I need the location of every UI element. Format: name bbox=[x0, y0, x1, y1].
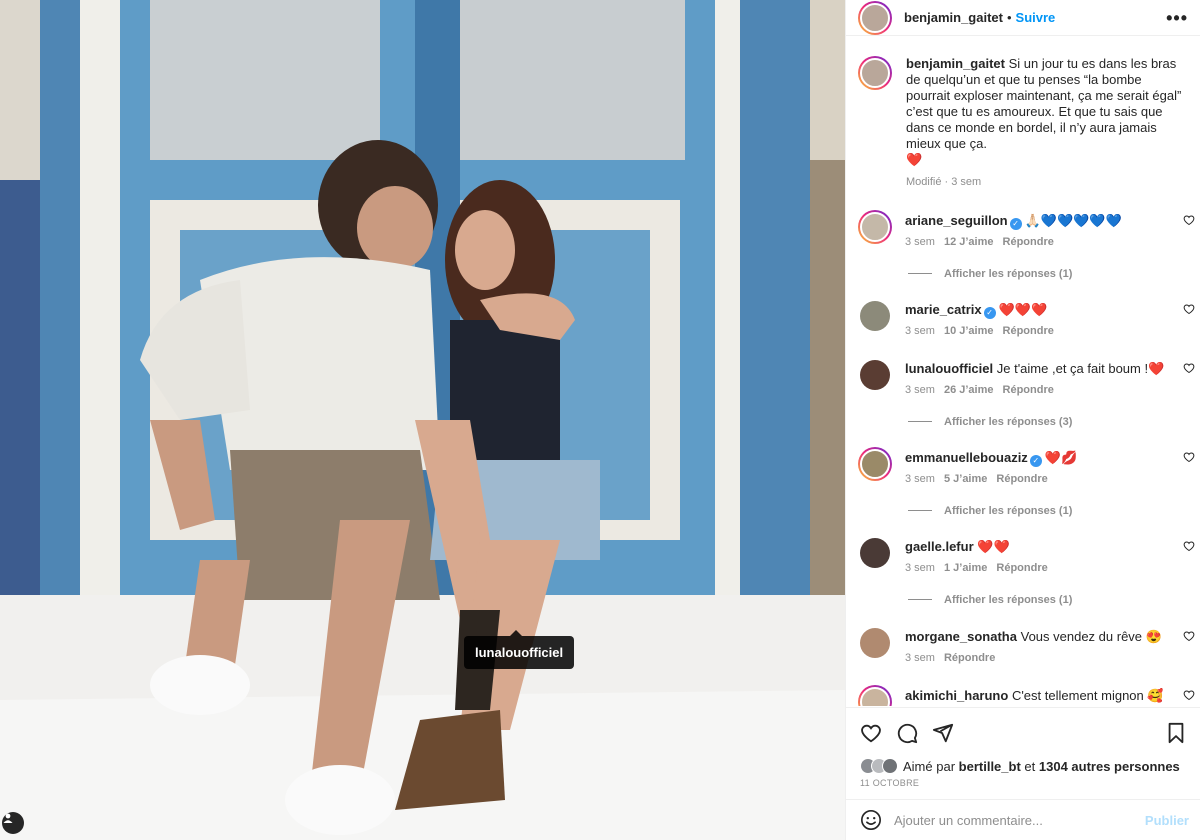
comment-icon[interactable] bbox=[896, 722, 918, 744]
comment-text: Je t'aime ,et ça fait boum !❤️ bbox=[996, 361, 1165, 376]
add-comment-bar: Publier bbox=[846, 799, 1200, 840]
comment-username[interactable]: morgane_sonatha bbox=[905, 629, 1017, 644]
comment-username[interactable]: gaelle.lefur bbox=[905, 539, 974, 554]
comment-time: 3 sem bbox=[905, 325, 935, 337]
emoji-icon[interactable] bbox=[860, 809, 882, 831]
view-replies-label: Afficher les réponses (1) bbox=[944, 594, 1073, 606]
view-replies-button[interactable]: Afficher les réponses (3) bbox=[908, 416, 1072, 428]
comment-likes[interactable]: 26 J’aime bbox=[944, 384, 994, 396]
view-replies-label: Afficher les réponses (1) bbox=[944, 505, 1073, 517]
follow-button[interactable]: Suivre bbox=[1016, 10, 1056, 25]
reply-button[interactable]: Répondre bbox=[996, 473, 1047, 485]
comment-text: C'est tellement mignon 🥰 bbox=[1011, 688, 1164, 703]
commenter-avatar[interactable] bbox=[858, 210, 892, 244]
comment-text: ❤️💋 bbox=[1044, 450, 1078, 465]
view-replies-label: Afficher les réponses (1) bbox=[944, 268, 1073, 280]
caption-emoji: ❤️ bbox=[906, 152, 923, 167]
comments-list[interactable]: benjamin_gaitet Si un jour tu es dans le… bbox=[846, 44, 1200, 706]
comment-username[interactable]: marie_catrix bbox=[905, 302, 982, 317]
comment-text: ❤️❤️ bbox=[977, 539, 1010, 554]
more-options-icon[interactable]: ••• bbox=[1166, 8, 1188, 29]
comment-heart-icon[interactable] bbox=[1183, 689, 1195, 701]
post-actions: Aimé par bertille_bt et 1304 autres pers… bbox=[846, 707, 1200, 797]
comment-input[interactable] bbox=[894, 812, 1124, 828]
bookmark-icon[interactable] bbox=[1165, 722, 1187, 744]
post-side-panel: benjamin_gaitet • Suivre ••• benjamin_ga… bbox=[845, 0, 1200, 840]
reply-button[interactable]: Répondre bbox=[1003, 384, 1054, 396]
liker-avatar bbox=[882, 758, 898, 774]
share-icon[interactable] bbox=[932, 722, 954, 744]
comment-likes[interactable]: 1 J’aime bbox=[944, 562, 987, 574]
comment-time: 3 sem bbox=[905, 652, 935, 664]
edited-label: Modifié bbox=[906, 176, 942, 188]
commenter-avatar[interactable] bbox=[860, 301, 890, 331]
comment-heart-icon[interactable] bbox=[1183, 214, 1195, 226]
heart-icon[interactable] bbox=[860, 722, 882, 744]
publish-button[interactable]: Publier bbox=[1145, 813, 1189, 828]
author-avatar[interactable] bbox=[858, 0, 892, 35]
verified-icon: ✓ bbox=[1009, 218, 1022, 230]
commenter-avatar[interactable] bbox=[858, 685, 892, 706]
verified-icon: ✓ bbox=[983, 307, 996, 319]
comment-likes[interactable]: 10 J’aime bbox=[944, 325, 994, 337]
post-header: benjamin_gaitet • Suivre ••• bbox=[846, 0, 1200, 36]
comment-username[interactable]: lunalouofficiel bbox=[905, 361, 993, 376]
comment-time: 3 sem bbox=[905, 562, 935, 574]
likes-prefix: Aimé par bbox=[903, 758, 956, 774]
comment-likes[interactable]: 12 J’aime bbox=[944, 236, 994, 248]
verified-icon: ✓ bbox=[1029, 455, 1042, 467]
post-photo[interactable]: lunalouofficiel bbox=[0, 0, 845, 840]
view-replies-button[interactable]: Afficher les réponses (1) bbox=[908, 268, 1072, 280]
reply-button[interactable]: Répondre bbox=[1003, 325, 1054, 337]
reply-button[interactable]: Répondre bbox=[996, 562, 1047, 574]
view-replies-label: Afficher les réponses (3) bbox=[944, 416, 1073, 428]
commenter-avatar[interactable] bbox=[860, 628, 890, 658]
likes-others[interactable]: 1304 autres personnes bbox=[1039, 759, 1180, 774]
comment-time: 3 sem bbox=[905, 384, 935, 396]
photo-tag-label[interactable]: lunalouofficiel bbox=[464, 630, 575, 669]
user-tag-icon[interactable] bbox=[2, 812, 24, 834]
comment-heart-icon[interactable] bbox=[1183, 362, 1195, 374]
reply-button[interactable]: Répondre bbox=[944, 652, 995, 664]
comment-text: Vous vendez du rêve 😍 bbox=[1020, 629, 1162, 644]
commenter-avatar[interactable] bbox=[860, 538, 890, 568]
comment-time: 3 sem bbox=[905, 236, 935, 248]
caption-avatar[interactable] bbox=[858, 56, 892, 90]
caption-username[interactable]: benjamin_gaitet bbox=[906, 56, 1005, 71]
commenter-avatar[interactable] bbox=[858, 447, 892, 481]
likes-middle: et bbox=[1024, 758, 1036, 774]
comment-username[interactable]: ariane_seguillon bbox=[905, 213, 1008, 228]
caption: benjamin_gaitet Si un jour tu es dans le… bbox=[846, 44, 1200, 190]
comment-heart-icon[interactable] bbox=[1183, 540, 1195, 552]
separator-dot: • bbox=[1006, 10, 1012, 25]
meta-separator: · bbox=[941, 176, 952, 188]
likes-user[interactable]: bertille_bt bbox=[959, 759, 1021, 774]
caption-time: 3 sem bbox=[951, 176, 982, 188]
view-replies-button[interactable]: Afficher les réponses (1) bbox=[908, 505, 1072, 517]
view-replies-button[interactable]: Afficher les réponses (1) bbox=[908, 594, 1072, 606]
photo-illustration bbox=[0, 0, 845, 840]
comment-heart-icon[interactable] bbox=[1183, 451, 1195, 463]
comment-text: ❤️❤️❤️ bbox=[998, 302, 1048, 317]
likes-summary[interactable]: Aimé par bertille_bt et 1304 autres pers… bbox=[860, 758, 1180, 774]
comment-text: 🙏🏻💙💙💙💙💙 bbox=[1024, 213, 1122, 228]
comment-time: 3 sem bbox=[905, 473, 935, 485]
reply-button[interactable]: Répondre bbox=[1003, 236, 1054, 248]
comment-username[interactable]: emmanuellebouaziz bbox=[905, 450, 1028, 465]
comment-heart-icon[interactable] bbox=[1183, 303, 1195, 315]
comment-heart-icon[interactable] bbox=[1183, 630, 1195, 642]
comment-likes[interactable]: 5 J’aime bbox=[944, 473, 987, 485]
commenter-avatar[interactable] bbox=[860, 360, 890, 390]
post-date: 11 OCTOBRE bbox=[860, 778, 920, 788]
author-username[interactable]: benjamin_gaitet bbox=[904, 10, 1003, 25]
comment-username[interactable]: akimichi_haruno bbox=[905, 688, 1008, 703]
